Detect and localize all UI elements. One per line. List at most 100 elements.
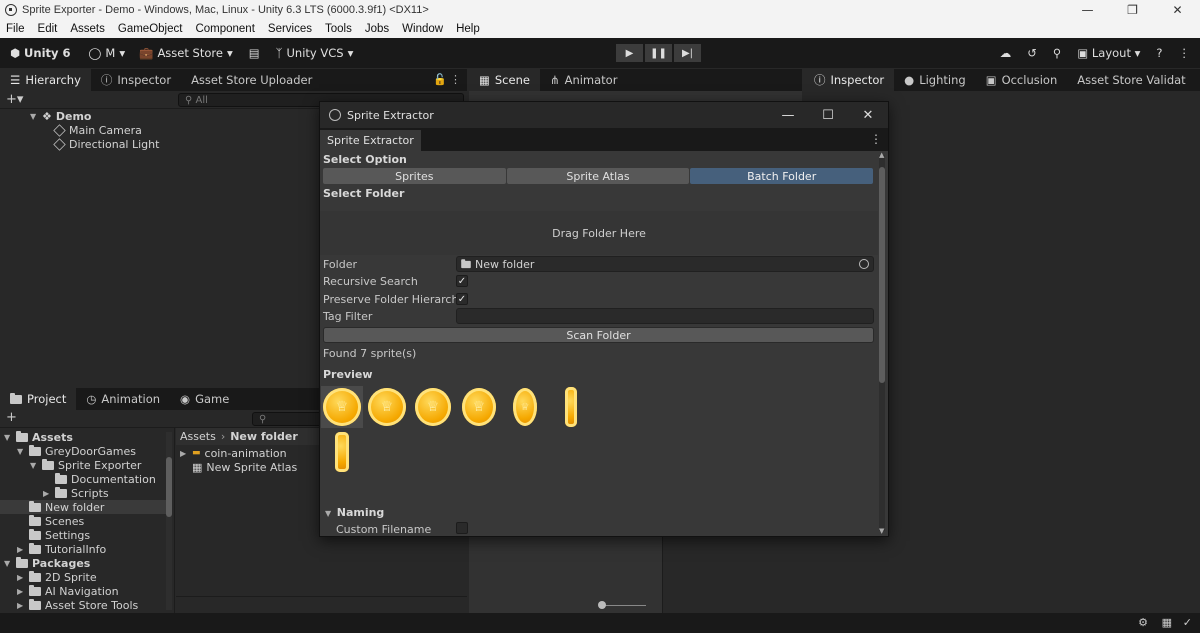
minimize-icon[interactable]: — [768, 102, 808, 128]
tab-scene[interactable]: ▦ Scene [469, 69, 540, 91]
project-tree-item[interactable]: ▼ GreyDoorGames [0, 444, 166, 458]
dialog-scrollbar[interactable]: ▲ ▼ [879, 151, 885, 535]
scrollbar-thumb[interactable] [166, 457, 172, 517]
menu-services[interactable]: Services [262, 23, 319, 35]
tab-inspector-right[interactable]: ⓘ Inspector [804, 69, 895, 91]
project-tree-item[interactable]: Scenes [0, 514, 166, 528]
project-tree-item[interactable]: ▶ Asset Store Tools [0, 598, 166, 612]
option-sprite-atlas[interactable]: Sprite Atlas [506, 168, 690, 184]
menu-file[interactable]: File [0, 23, 32, 35]
bug-icon[interactable]: ⚙ [1138, 616, 1148, 629]
project-tree-item[interactable]: ▶ AI Navigation [0, 584, 166, 598]
zoom-slider[interactable] [598, 601, 606, 609]
project-tree-item[interactable]: Settings [0, 528, 166, 542]
object-picker-icon[interactable] [859, 259, 869, 269]
menu-gameobject[interactable]: GameObject [112, 23, 190, 35]
tab-animator[interactable]: ⋔ Animator [540, 69, 628, 91]
package-manager-button[interactable]: ▤ [249, 46, 260, 60]
project-tree-item[interactable]: ▶ 2D Sprite [0, 570, 166, 584]
folder-drop-zone[interactable]: Drag Folder Here [320, 211, 878, 255]
project-tree-item[interactable]: New folder [0, 500, 166, 514]
search-icon[interactable]: ⚲ [1053, 46, 1061, 60]
file-item[interactable]: ▦ New Sprite Atlas [192, 460, 297, 474]
play-icon[interactable]: ▶ [616, 44, 643, 62]
tab-hierarchy[interactable]: ☰ Hierarchy [0, 69, 91, 91]
scene-row[interactable]: ▼ ❖ Demo [30, 109, 92, 123]
menu-edit[interactable]: Edit [32, 23, 65, 35]
option-sprites[interactable]: Sprites [323, 168, 506, 184]
kebab-menu-icon[interactable]: ⋮ [870, 132, 882, 146]
close-icon[interactable]: ✕ [848, 102, 888, 128]
breadcrumb-current[interactable]: New folder [230, 430, 298, 443]
project-tree-item[interactable]: ▶ TutorialInfo [0, 542, 166, 556]
custom-filename-checkbox[interactable] [456, 522, 468, 534]
menu-tools[interactable]: Tools [319, 23, 359, 35]
scroll-down-icon[interactable]: ▼ [879, 527, 884, 535]
tab-animation[interactable]: ◷ Animation [76, 388, 170, 410]
project-tree-item[interactable]: ▼ Assets [0, 430, 166, 444]
option-batch-folder[interactable]: Batch Folder [690, 168, 874, 184]
tab-sprite-extractor[interactable]: Sprite Extractor [320, 130, 421, 151]
minimize-icon[interactable]: — [1065, 0, 1110, 20]
asset-store-dropdown[interactable]: 💼 Asset Store ▾ [139, 46, 233, 60]
project-tree-item[interactable]: Documentation [0, 472, 166, 486]
project-tree-item[interactable]: ▼ Packages [0, 556, 166, 570]
expand-arrow-icon: ▼ [17, 446, 24, 456]
hierarchy-item[interactable]: Main Camera [53, 123, 142, 137]
sprite-preview-6[interactable] [550, 386, 592, 428]
project-tree-item[interactable]: ▼ Sprite Exporter [0, 458, 166, 472]
folder-field[interactable]: New folder [456, 256, 874, 272]
project-tree-item[interactable]: ▶ Scripts [0, 486, 166, 500]
sprite-preview-1[interactable]: ♕ [321, 386, 363, 428]
dialog-titlebar[interactable]: Sprite Extractor — ☐ ✕ [320, 102, 888, 128]
lock-icon[interactable]: 🔓 [433, 73, 447, 86]
unity-account-button[interactable]: ⬢ Unity 6 [10, 46, 71, 60]
tab-inspector[interactable]: ⓘ Inspector [91, 69, 181, 91]
history-icon[interactable]: ↺ [1027, 46, 1037, 60]
kebab-menu-icon[interactable]: ⋮ [1179, 46, 1191, 60]
hierarchy-item[interactable]: Directional Light [53, 137, 159, 151]
file-item[interactable]: ▶ ▬ coin-animation [180, 446, 287, 460]
scrollbar-thumb[interactable] [879, 167, 885, 383]
maximize-icon[interactable]: ❐ [1110, 0, 1155, 20]
grid-icon[interactable]: ▦ [1162, 616, 1172, 629]
account-dropdown[interactable]: ◯ M ▾ [89, 46, 126, 60]
add-icon[interactable]: + [6, 410, 17, 425]
tab-asset-store-validator[interactable]: Asset Store Validat [1067, 69, 1195, 91]
sprite-preview-4[interactable]: ♕ [458, 386, 500, 428]
check-icon[interactable]: ✓ [1183, 616, 1192, 629]
sprite-preview-3[interactable]: ♕ [412, 386, 454, 428]
breadcrumb-assets[interactable]: Assets [180, 430, 216, 443]
tab-game[interactable]: ◉ Game [170, 388, 239, 410]
preserve-hierarchy-checkbox[interactable]: ✓ [456, 293, 468, 305]
step-icon[interactable]: ▶| [674, 44, 701, 62]
tab-project[interactable]: Project [0, 388, 77, 410]
project-tree-scrollbar[interactable] [166, 432, 172, 610]
kebab-menu-icon[interactable]: ⋮ [450, 73, 461, 86]
maximize-icon[interactable]: ☐ [808, 102, 848, 128]
sprite-atlas-icon: ▦ [192, 460, 203, 474]
pause-icon[interactable]: ❚❚ [645, 44, 672, 62]
tag-filter-input[interactable] [456, 308, 874, 324]
help-icon[interactable]: ? [1156, 46, 1162, 60]
recursive-search-checkbox[interactable]: ✓ [456, 275, 468, 287]
cloud-icon[interactable]: ☁ [1000, 46, 1012, 60]
sprite-preview-2[interactable]: ♕ [366, 386, 408, 428]
add-icon[interactable]: +▾ [6, 92, 23, 107]
tab-occlusion[interactable]: ▣ Occlusion [976, 69, 1068, 91]
menu-help[interactable]: Help [450, 23, 487, 35]
tab-lighting[interactable]: ● Lighting [894, 69, 976, 91]
tab-asset-store-uploader[interactable]: Asset Store Uploader [181, 69, 322, 91]
menu-window[interactable]: Window [396, 23, 450, 35]
close-icon[interactable]: ✕ [1155, 0, 1200, 20]
layout-dropdown[interactable]: ▣ Layout ▾ [1077, 46, 1140, 60]
menu-assets[interactable]: Assets [64, 23, 112, 35]
vcs-dropdown[interactable]: ᛉ Unity VCS ▾ [276, 46, 354, 60]
naming-foldout[interactable]: ▼ Naming [325, 506, 384, 519]
sprite-preview-5[interactable]: ♕ [504, 386, 546, 428]
scan-folder-button[interactable]: Scan Folder [323, 327, 874, 343]
menu-jobs[interactable]: Jobs [359, 23, 396, 35]
scroll-up-icon[interactable]: ▲ [879, 151, 884, 159]
sprite-preview-7[interactable] [321, 431, 363, 473]
menu-component[interactable]: Component [189, 23, 261, 35]
